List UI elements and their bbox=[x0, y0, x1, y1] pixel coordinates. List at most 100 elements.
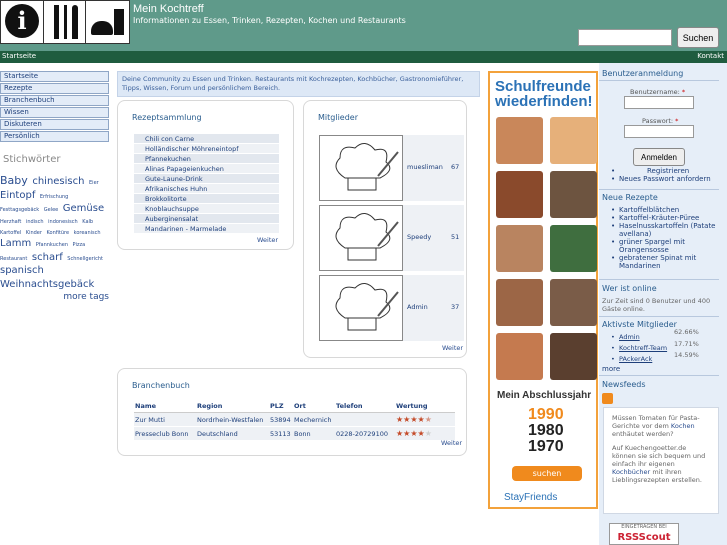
tag-link[interactable]: Kalb bbox=[82, 219, 93, 225]
recipe-list-item[interactable]: Brokkolitorte bbox=[134, 194, 279, 204]
recipe-link[interactable]: grüner Spargel mit Orangensosse bbox=[605, 238, 725, 254]
rss-icon[interactable] bbox=[602, 393, 613, 404]
tag-link[interactable]: Restaurant bbox=[0, 256, 27, 262]
member-name[interactable]: Speedy bbox=[407, 233, 431, 241]
tag-link[interactable]: Gemüse bbox=[63, 203, 104, 214]
member-name[interactable]: muesliman bbox=[407, 163, 443, 171]
more-tags-link[interactable]: more tags bbox=[0, 291, 109, 303]
col-header-wertung: Wertung bbox=[395, 400, 455, 413]
tag-link[interactable]: Festtagsgebäck bbox=[0, 207, 39, 213]
recipe-list-item[interactable]: Knoblauchsuppe bbox=[134, 204, 279, 214]
tag-link[interactable]: Baby bbox=[0, 174, 28, 187]
member-score: 37 bbox=[451, 303, 460, 311]
recipe-link[interactable]: Haselnusskartoffeln (Patate avellana) bbox=[605, 222, 725, 238]
active-members-more-link[interactable]: more bbox=[602, 365, 620, 373]
feed-link[interactable]: Kochen bbox=[671, 422, 695, 430]
cell-name[interactable]: Zur Mutti bbox=[134, 412, 196, 427]
search-button[interactable]: Suchen bbox=[677, 27, 719, 48]
member-card[interactable]: Speedy 51 bbox=[319, 205, 464, 271]
tag-link[interactable]: indonesisch bbox=[48, 219, 78, 225]
recipe-list-item[interactable]: Mandarinen - Marmelade bbox=[134, 224, 279, 234]
new-password-link[interactable]: Neues Passwort anfordern bbox=[605, 175, 711, 183]
site-subtitle: Informationen zu Essen, Trinken, Rezepte… bbox=[133, 16, 406, 25]
portrait-photo bbox=[496, 225, 543, 272]
tag-link[interactable]: Erfrischung bbox=[40, 194, 68, 200]
newsfeeds-heading: Newsfeeds bbox=[602, 380, 646, 389]
recipe-list-item[interactable]: Holländischer Möhreneintopf bbox=[134, 144, 279, 154]
portrait-photo bbox=[550, 279, 597, 326]
recipe-list-item[interactable]: Gute-Laune-Drink bbox=[134, 174, 279, 184]
feed-item: Auf Kuechengoetter.de können sie sich be… bbox=[612, 444, 706, 484]
new-recipes-heading: Neue Rezepte bbox=[602, 193, 658, 202]
tag-link[interactable]: Kartoffel bbox=[0, 230, 21, 236]
tag-link[interactable]: spanisch bbox=[0, 265, 44, 276]
recipe-list-item[interactable]: Alinas Papageienkuchen bbox=[134, 164, 279, 174]
recipe-list-item[interactable]: Auberginensalat bbox=[134, 214, 279, 224]
register-link[interactable]: Registrieren bbox=[605, 167, 711, 175]
sidebar-item-wissen[interactable]: Wissen bbox=[0, 107, 109, 118]
cell-region: Deutschland bbox=[196, 426, 269, 441]
sidebar-item-diskuteren[interactable]: Diskuteren bbox=[0, 119, 109, 130]
sidebar-item-rezepte[interactable]: Rezepte bbox=[0, 83, 109, 94]
login-links: Registrieren Neues Passwort anfordern bbox=[605, 167, 711, 183]
recipe-link[interactable]: Kartoffel-Kräuter-Püree bbox=[605, 214, 725, 222]
tag-link[interactable]: koreanisch bbox=[74, 230, 101, 236]
feed-link[interactable]: Kochbücher bbox=[612, 468, 650, 476]
tag-link[interactable]: indisch bbox=[26, 219, 44, 225]
tag-link[interactable]: Eier bbox=[89, 180, 99, 186]
site-title[interactable]: Mein Kochtreff bbox=[133, 3, 204, 15]
recipe-list-item[interactable]: Pfannekuchen bbox=[134, 154, 279, 164]
tag-link[interactable]: Gelee bbox=[44, 207, 59, 213]
stayfriends-ad[interactable]: Schulfreunde wiederfinden! Mein Abschlus… bbox=[488, 71, 598, 509]
tag-link[interactable]: Schnellgericht bbox=[67, 256, 103, 262]
tag-link[interactable]: Eintopf bbox=[0, 190, 35, 201]
tag-link[interactable]: chinesisch bbox=[32, 176, 84, 187]
tag-link[interactable]: Weihnachtsgebäck bbox=[0, 279, 94, 290]
member-name[interactable]: Admin bbox=[407, 303, 428, 311]
tag-link[interactable]: Lamm bbox=[0, 238, 31, 249]
password-field[interactable] bbox=[624, 125, 694, 138]
recipes-more-link[interactable]: Weiter bbox=[257, 236, 278, 244]
tag-link[interactable]: Pfannkuchen bbox=[36, 242, 68, 248]
info-icon: i bbox=[1, 1, 44, 43]
directory-heading: Branchenbuch bbox=[132, 381, 190, 390]
ad-search-button[interactable]: suchen bbox=[512, 466, 582, 481]
tag-link[interactable]: Herzhaft bbox=[0, 219, 21, 225]
username-field[interactable] bbox=[624, 96, 694, 109]
year-option[interactable]: 1970 bbox=[528, 438, 564, 456]
search-input[interactable] bbox=[578, 29, 672, 46]
login-button[interactable]: Anmelden bbox=[633, 148, 685, 166]
members-more-link[interactable]: Weiter bbox=[442, 344, 463, 352]
recipe-list-item[interactable]: Afrikanisches Huhn bbox=[134, 184, 279, 194]
portrait-photo bbox=[496, 279, 543, 326]
tag-link[interactable]: Kinder bbox=[26, 230, 42, 236]
member-card[interactable]: Admin 37 bbox=[319, 275, 464, 341]
sidebar-item-persoenlich[interactable]: Persönlich bbox=[0, 131, 109, 142]
tag-link[interactable]: scharf bbox=[32, 252, 63, 263]
tag-link[interactable]: Konfitüre bbox=[47, 230, 70, 236]
topnav-home-link[interactable]: Startseite bbox=[2, 52, 36, 60]
active-member-pct: 62.66% bbox=[674, 328, 699, 336]
portrait-photo bbox=[550, 117, 597, 164]
directory-table: Name Region PLZ Ort Telefon Wertung Zur … bbox=[134, 400, 455, 441]
feed-item: Müssen Tomaten für Pasta-Gerichte vor de… bbox=[612, 414, 700, 438]
member-card[interactable]: muesliman 67 bbox=[319, 135, 464, 201]
cell-name[interactable]: Presseclub Bonn bbox=[134, 426, 196, 441]
topnav-contact-link[interactable]: Kontakt bbox=[697, 52, 724, 60]
directory-more-link[interactable]: Weiter bbox=[441, 439, 462, 447]
active-member-name[interactable]: PAckerAck bbox=[619, 355, 652, 363]
col-header-name: Name bbox=[134, 400, 196, 413]
portrait-photo bbox=[550, 333, 597, 380]
rss-scout-badge[interactable]: EINGETRAGEN BEI RSSScout bbox=[609, 523, 679, 545]
recipe-link[interactable]: gebratener Spinat mit Mandarinen bbox=[605, 254, 725, 270]
recipe-list-item[interactable]: Chili con Carne bbox=[134, 134, 279, 144]
tag-link[interactable]: Pizza bbox=[73, 242, 86, 248]
fork-knife-icon bbox=[44, 1, 87, 43]
active-member-row: • Admin 62.66% bbox=[611, 328, 699, 341]
cell-ort: Mechernich bbox=[293, 412, 335, 427]
rss-scout-caption: EINGETRAGEN BEI bbox=[621, 524, 667, 530]
recipe-link[interactable]: Kartoffelblätchen bbox=[605, 206, 725, 214]
sidebar-item-branchenbuch[interactable]: Branchenbuch bbox=[0, 95, 109, 106]
sidebar-item-startseite[interactable]: Startseite bbox=[0, 71, 109, 82]
site-logo[interactable]: i bbox=[0, 0, 130, 44]
